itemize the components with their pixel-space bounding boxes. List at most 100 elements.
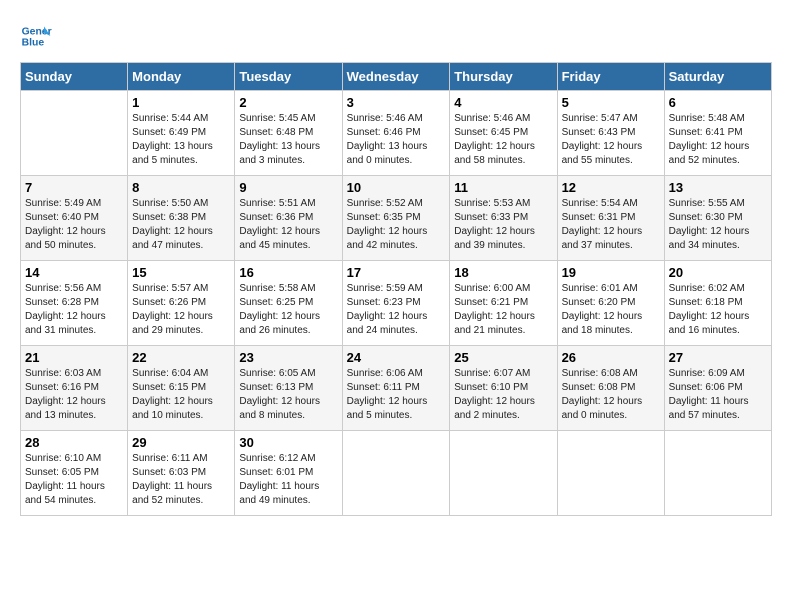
day-info: Sunrise: 5:54 AMSunset: 6:31 PMDaylight:… <box>562 197 660 253</box>
calendar-cell: 8 Sunrise: 5:50 AMSunset: 6:38 PMDaylight… <box>128 176 235 261</box>
calendar-cell <box>557 431 664 516</box>
calendar-cell: 15 Sunrise: 5:57 AMSunset: 6:26 PMDayligh… <box>128 261 235 346</box>
calendar-cell: 14 Sunrise: 5:56 AMSunset: 6:28 PMDayligh… <box>21 261 128 346</box>
day-number: 14 <box>25 265 123 280</box>
calendar-week-2: 7 Sunrise: 5:49 AMSunset: 6:40 PMDaylight… <box>21 176 772 261</box>
day-number: 4 <box>454 95 552 110</box>
calendar-cell: 9 Sunrise: 5:51 AMSunset: 6:36 PMDaylight… <box>235 176 342 261</box>
day-number: 5 <box>562 95 660 110</box>
calendar-cell: 1 Sunrise: 5:44 AMSunset: 6:49 PMDaylight… <box>128 91 235 176</box>
day-number: 10 <box>347 180 446 195</box>
day-info: Sunrise: 5:47 AMSunset: 6:43 PMDaylight:… <box>562 112 660 168</box>
calendar-cell <box>664 431 771 516</box>
day-number: 18 <box>454 265 552 280</box>
day-info: Sunrise: 5:56 AMSunset: 6:28 PMDaylight:… <box>25 282 123 338</box>
day-info: Sunrise: 6:03 AMSunset: 6:16 PMDaylight:… <box>25 367 123 423</box>
day-info: Sunrise: 5:46 AMSunset: 6:45 PMDaylight:… <box>454 112 552 168</box>
day-number: 24 <box>347 350 446 365</box>
day-info: Sunrise: 5:49 AMSunset: 6:40 PMDaylight:… <box>25 197 123 253</box>
day-number: 29 <box>132 435 230 450</box>
calendar-cell: 4 Sunrise: 5:46 AMSunset: 6:45 PMDaylight… <box>450 91 557 176</box>
day-info: Sunrise: 5:46 AMSunset: 6:46 PMDaylight:… <box>347 112 446 168</box>
day-number: 16 <box>239 265 337 280</box>
day-info: Sunrise: 6:11 AMSunset: 6:03 PMDaylight:… <box>132 452 230 508</box>
day-info: Sunrise: 6:10 AMSunset: 6:05 PMDaylight:… <box>25 452 123 508</box>
day-info: Sunrise: 6:09 AMSunset: 6:06 PMDaylight:… <box>669 367 767 423</box>
day-info: Sunrise: 6:12 AMSunset: 6:01 PMDaylight:… <box>239 452 337 508</box>
day-info: Sunrise: 5:58 AMSunset: 6:25 PMDaylight:… <box>239 282 337 338</box>
calendar-cell: 18 Sunrise: 6:00 AMSunset: 6:21 PMDayligh… <box>450 261 557 346</box>
day-number: 30 <box>239 435 337 450</box>
day-number: 12 <box>562 180 660 195</box>
day-info: Sunrise: 5:44 AMSunset: 6:49 PMDaylight:… <box>132 112 230 168</box>
calendar-cell: 25 Sunrise: 6:07 AMSunset: 6:10 PMDayligh… <box>450 346 557 431</box>
day-number: 19 <box>562 265 660 280</box>
day-number: 17 <box>347 265 446 280</box>
calendar-week-1: 1 Sunrise: 5:44 AMSunset: 6:49 PMDaylight… <box>21 91 772 176</box>
day-number: 15 <box>132 265 230 280</box>
calendar-week-5: 28 Sunrise: 6:10 AMSunset: 6:05 PMDayligh… <box>21 431 772 516</box>
day-info: Sunrise: 5:50 AMSunset: 6:38 PMDaylight:… <box>132 197 230 253</box>
calendar-cell: 22 Sunrise: 6:04 AMSunset: 6:15 PMDayligh… <box>128 346 235 431</box>
day-info: Sunrise: 5:48 AMSunset: 6:41 PMDaylight:… <box>669 112 767 168</box>
day-info: Sunrise: 5:57 AMSunset: 6:26 PMDaylight:… <box>132 282 230 338</box>
day-number: 27 <box>669 350 767 365</box>
col-header-wednesday: Wednesday <box>342 63 450 91</box>
calendar-cell: 6 Sunrise: 5:48 AMSunset: 6:41 PMDaylight… <box>664 91 771 176</box>
calendar-cell: 11Sunrise: 5:53 AMSunset: 6:33 PMDayligh… <box>450 176 557 261</box>
day-info: Sunrise: 6:05 AMSunset: 6:13 PMDaylight:… <box>239 367 337 423</box>
day-number: 8 <box>132 180 230 195</box>
calendar-cell <box>342 431 450 516</box>
day-info: Sunrise: 6:04 AMSunset: 6:15 PMDaylight:… <box>132 367 230 423</box>
calendar-cell: 27 Sunrise: 6:09 AMSunset: 6:06 PMDayligh… <box>664 346 771 431</box>
col-header-tuesday: Tuesday <box>235 63 342 91</box>
calendar-cell: 13Sunrise: 5:55 AMSunset: 6:30 PMDayligh… <box>664 176 771 261</box>
day-number: 7 <box>25 180 123 195</box>
calendar-cell: 5 Sunrise: 5:47 AMSunset: 6:43 PMDaylight… <box>557 91 664 176</box>
calendar-cell: 7 Sunrise: 5:49 AMSunset: 6:40 PMDaylight… <box>21 176 128 261</box>
logo: General Blue <box>20 20 56 52</box>
calendar-week-3: 14 Sunrise: 5:56 AMSunset: 6:28 PMDayligh… <box>21 261 772 346</box>
calendar-cell: 12 Sunrise: 5:54 AMSunset: 6:31 PMDayligh… <box>557 176 664 261</box>
calendar-cell: 30 Sunrise: 6:12 AMSunset: 6:01 PMDayligh… <box>235 431 342 516</box>
calendar-cell: 19 Sunrise: 6:01 AMSunset: 6:20 PMDayligh… <box>557 261 664 346</box>
day-number: 1 <box>132 95 230 110</box>
day-info: Sunrise: 6:07 AMSunset: 6:10 PMDaylight:… <box>454 367 552 423</box>
day-info: Sunrise: 6:02 AMSunset: 6:18 PMDaylight:… <box>669 282 767 338</box>
day-info: Sunrise: 5:55 AMSunset: 6:30 PMDaylight:… <box>669 197 767 253</box>
day-number: 9 <box>239 180 337 195</box>
calendar-cell: 17 Sunrise: 5:59 AMSunset: 6:23 PMDayligh… <box>342 261 450 346</box>
calendar-cell: 20 Sunrise: 6:02 AMSunset: 6:18 PMDayligh… <box>664 261 771 346</box>
day-number: 6 <box>669 95 767 110</box>
calendar-cell: 2Sunrise: 5:45 AMSunset: 6:48 PMDaylight… <box>235 91 342 176</box>
day-number: 3 <box>347 95 446 110</box>
day-number: 20 <box>669 265 767 280</box>
calendar-header-row: SundayMondayTuesdayWednesdayThursdayFrid… <box>21 63 772 91</box>
calendar-cell <box>450 431 557 516</box>
day-info: Sunrise: 5:59 AMSunset: 6:23 PMDaylight:… <box>347 282 446 338</box>
day-number: 23 <box>239 350 337 365</box>
day-info: Sunrise: 5:53 AMSunset: 6:33 PMDaylight:… <box>454 197 552 253</box>
day-info: Sunrise: 5:51 AMSunset: 6:36 PMDaylight:… <box>239 197 337 253</box>
col-header-friday: Friday <box>557 63 664 91</box>
day-number: 28 <box>25 435 123 450</box>
calendar-cell: 23 Sunrise: 6:05 AMSunset: 6:13 PMDayligh… <box>235 346 342 431</box>
calendar-cell: 21 Sunrise: 6:03 AMSunset: 6:16 PMDayligh… <box>21 346 128 431</box>
day-info: Sunrise: 6:08 AMSunset: 6:08 PMDaylight:… <box>562 367 660 423</box>
day-number: 2 <box>239 95 337 110</box>
calendar-cell: 24 Sunrise: 6:06 AMSunset: 6:11 PMDayligh… <box>342 346 450 431</box>
calendar-cell: 29 Sunrise: 6:11 AMSunset: 6:03 PMDayligh… <box>128 431 235 516</box>
day-info: Sunrise: 6:06 AMSunset: 6:11 PMDaylight:… <box>347 367 446 423</box>
col-header-thursday: Thursday <box>450 63 557 91</box>
svg-text:Blue: Blue <box>22 38 45 49</box>
calendar-week-4: 21 Sunrise: 6:03 AMSunset: 6:16 PMDayligh… <box>21 346 772 431</box>
calendar-cell: 10 Sunrise: 5:52 AMSunset: 6:35 PMDayligh… <box>342 176 450 261</box>
day-info: Sunrise: 5:52 AMSunset: 6:35 PMDaylight:… <box>347 197 446 253</box>
day-number: 21 <box>25 350 123 365</box>
col-header-monday: Monday <box>128 63 235 91</box>
day-info: Sunrise: 6:01 AMSunset: 6:20 PMDaylight:… <box>562 282 660 338</box>
day-number: 25 <box>454 350 552 365</box>
day-number: 22 <box>132 350 230 365</box>
calendar-table: SundayMondayTuesdayWednesdayThursdayFrid… <box>20 62 772 516</box>
day-info: Sunrise: 6:00 AMSunset: 6:21 PMDaylight:… <box>454 282 552 338</box>
